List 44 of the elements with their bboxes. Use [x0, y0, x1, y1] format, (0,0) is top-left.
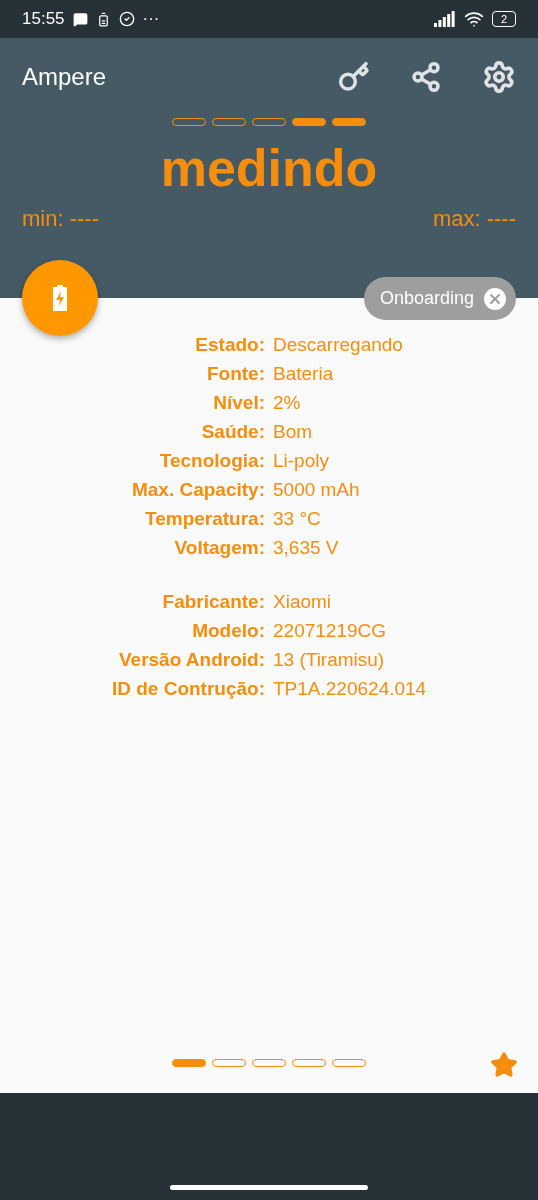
check-icon	[118, 11, 135, 27]
page-indicator[interactable]	[172, 1059, 206, 1067]
min-reading: min: ----	[22, 206, 99, 232]
info-label: Tecnologia:	[158, 449, 265, 473]
info-label: Temperatura:	[144, 507, 265, 531]
wifi-icon	[463, 9, 484, 29]
info-label: Max. Capacity:	[130, 478, 265, 502]
info-value: 5000 mAh	[273, 478, 361, 502]
info-label: Saúde:	[200, 420, 265, 444]
info-value: Li-poly	[273, 449, 330, 473]
info-label: Fabricante:	[161, 590, 265, 614]
info-label: Voltagem:	[173, 536, 265, 560]
info-value: Bateria	[273, 362, 335, 386]
info-value: Bom	[273, 420, 314, 444]
signal-icon	[433, 11, 456, 27]
info-label: Versão Android:	[117, 648, 265, 672]
info-value: 22071219CG	[273, 619, 388, 643]
info-value: 13 (Tiramisu)	[273, 648, 386, 672]
settings-icon[interactable]	[482, 60, 516, 94]
info-value: Descarregando	[273, 333, 404, 357]
home-handle[interactable]	[170, 1185, 368, 1190]
info-value: TP1A.220624.014	[273, 677, 428, 701]
info-label: Modelo:	[191, 619, 265, 643]
max-reading: max: ----	[432, 206, 516, 232]
app-title: Ampere	[22, 63, 108, 91]
info-label: ID de Contrução:	[110, 677, 265, 701]
info-label: Fonte:	[205, 362, 265, 386]
info-value: 3,635 V	[273, 536, 340, 560]
info-label: Nível:	[212, 391, 265, 415]
measurement-status: medindo	[159, 138, 379, 198]
key-icon[interactable]	[338, 61, 370, 93]
info-label: Estado:	[194, 333, 265, 357]
onboarding-chip[interactable]: Onboarding	[363, 277, 516, 320]
more-notifications: ···	[142, 9, 160, 29]
battery-level: 2	[491, 11, 516, 27]
battery-charging-icon	[52, 285, 68, 311]
clock: 15:55	[22, 9, 65, 29]
info-value: 33 °C	[273, 507, 322, 531]
star-icon[interactable]	[490, 1051, 518, 1079]
share-icon[interactable]	[410, 61, 442, 93]
info-value: 2%	[273, 391, 302, 415]
chat-icon	[72, 11, 88, 27]
battery-button[interactable]	[22, 260, 98, 336]
info-value: Xiaomi	[273, 590, 333, 614]
